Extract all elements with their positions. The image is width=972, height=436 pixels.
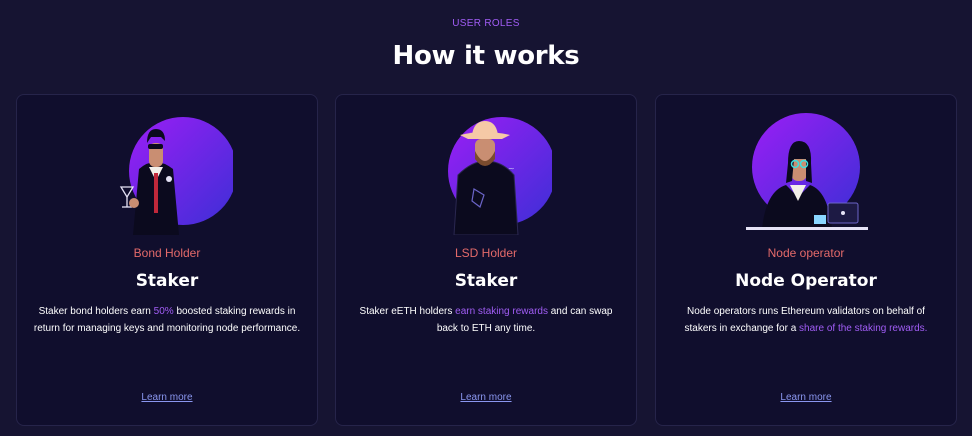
role-card-node-operator: Node operator Node Operator Node operato…: [655, 94, 957, 426]
description-text: Staker eETH holders: [359, 306, 456, 317]
card-description: Node operators runs Ethereum validators …: [670, 303, 942, 337]
learn-more-link[interactable]: Learn more: [780, 392, 831, 403]
card-description: Staker eETH holders earn staking rewards…: [350, 303, 622, 337]
description-highlight: earn staking rewards: [455, 306, 548, 317]
node-operator-figure-icon: [742, 111, 872, 235]
section-heading: How it works: [392, 41, 580, 71]
role-label: Node operator: [767, 246, 845, 260]
description-highlight: 50%: [153, 306, 174, 317]
role-label: LSD Holder: [454, 246, 518, 260]
role-card-bond-holder: Bond Holder Staker Staker bond holders e…: [16, 94, 318, 426]
bond-holder-figure-icon: [103, 111, 233, 235]
section-eyebrow: USER ROLES: [452, 18, 520, 29]
description-highlight: share of the staking rewards.: [799, 323, 928, 334]
card-title: Staker: [454, 271, 518, 291]
lsd-holder-figure-icon: ~: [422, 111, 552, 235]
description-text: Staker bond holders earn: [38, 306, 154, 317]
learn-more-link[interactable]: Learn more: [460, 392, 511, 403]
role-label: Bond Holder: [133, 246, 201, 260]
role-card-lsd-holder: ~ LSD Holder Staker Staker eETH holders …: [335, 94, 637, 426]
svg-text:~: ~: [508, 164, 515, 173]
card-title: Staker: [135, 271, 199, 291]
card-title: Node Operator: [735, 271, 877, 291]
learn-more-link[interactable]: Learn more: [141, 392, 192, 403]
card-description: Staker bond holders earn 50% boosted sta…: [31, 303, 303, 337]
